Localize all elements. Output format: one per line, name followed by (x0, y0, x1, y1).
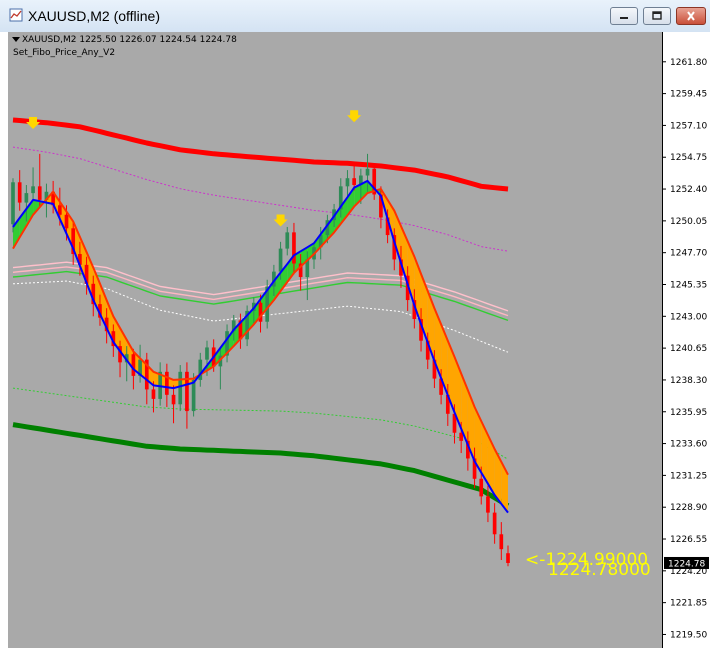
candle-body (178, 371, 183, 405)
y-tick-label: 1250.05 (670, 217, 707, 227)
y-tick-label: 1238.30 (670, 376, 707, 386)
candle-body (486, 496, 490, 513)
symbol-ohlc-line: XAUUSD,M2 1225.50 1226.07 1224.54 1224.7… (22, 35, 237, 45)
y-tick-label: 1261.80 (670, 58, 707, 68)
y-tick-label: 1259.45 (670, 90, 707, 100)
candle-body (24, 193, 29, 203)
candle-body (11, 182, 15, 225)
chart-window-icon (9, 8, 23, 22)
close-icon (687, 11, 695, 21)
y-tick-label: 1235.95 (670, 408, 707, 418)
y-tick-label: 1219.50 (670, 630, 707, 640)
candle-body (479, 478, 484, 497)
candle-body (131, 354, 136, 376)
candle-body (365, 168, 370, 176)
candle-body (499, 534, 504, 550)
candle-body (64, 214, 69, 229)
price-chart[interactable]: 1261.80 1259.45 1257.10 1254.75 1252.40 1250.… (8, 32, 709, 648)
candle-body (17, 182, 22, 203)
y-tick-label: 1228.90 (670, 503, 707, 513)
candle-body (31, 186, 35, 194)
title-bar[interactable]: XAUUSD,M2 (offline) (0, 0, 710, 32)
minimize-button[interactable] (610, 7, 638, 25)
candle-body (37, 186, 42, 200)
candle-body (171, 394, 176, 405)
chart-area[interactable]: 1261.80 1259.45 1257.10 1254.75 1252.40 1250.… (8, 32, 709, 648)
y-tick-label: 1226.55 (670, 535, 707, 545)
collapse-arrow-icon[interactable] (12, 36, 20, 44)
candle-body (292, 232, 296, 264)
current-price-label: 1224.78 (668, 559, 705, 569)
y-tick-label: 1240.65 (670, 344, 707, 354)
minimize-icon (620, 17, 628, 19)
y-tick-label: 1243.00 (670, 312, 707, 322)
candle-body (492, 512, 497, 535)
candle-body (57, 205, 62, 215)
maximize-button[interactable] (643, 7, 671, 25)
close-button[interactable] (676, 7, 706, 25)
candle-body (165, 371, 169, 395)
y-tick-label: 1254.75 (670, 153, 707, 163)
maximize-icon (652, 11, 662, 20)
candle-body (285, 232, 290, 249)
chart-window: XAUUSD,M2 (offline) 1261.80 1259.45 1257.1… (0, 0, 710, 648)
candle-body (345, 178, 350, 187)
candle-body (151, 389, 156, 399)
y-tick-label: 1233.60 (670, 440, 707, 450)
candle-body (506, 553, 510, 563)
y-tick-label: 1245.35 (670, 280, 707, 290)
candle-body (185, 371, 189, 412)
candle-body (352, 178, 356, 185)
candle-body (278, 248, 283, 272)
candle-body (191, 379, 196, 412)
window-title: XAUUSD,M2 (offline) (28, 8, 161, 24)
y-tick-label: 1231.25 (670, 471, 707, 481)
y-tick-label: 1257.10 (670, 121, 707, 131)
indicator-name: Set_Fibo_Price_Any_V2 (13, 48, 116, 58)
y-tick-label: 1252.40 (670, 185, 707, 195)
y-tick-label: 1247.70 (670, 249, 707, 259)
candle-body (205, 347, 209, 360)
price-label-close: 1224.78000 (548, 560, 651, 580)
y-tick-label: 1221.85 (670, 599, 707, 609)
